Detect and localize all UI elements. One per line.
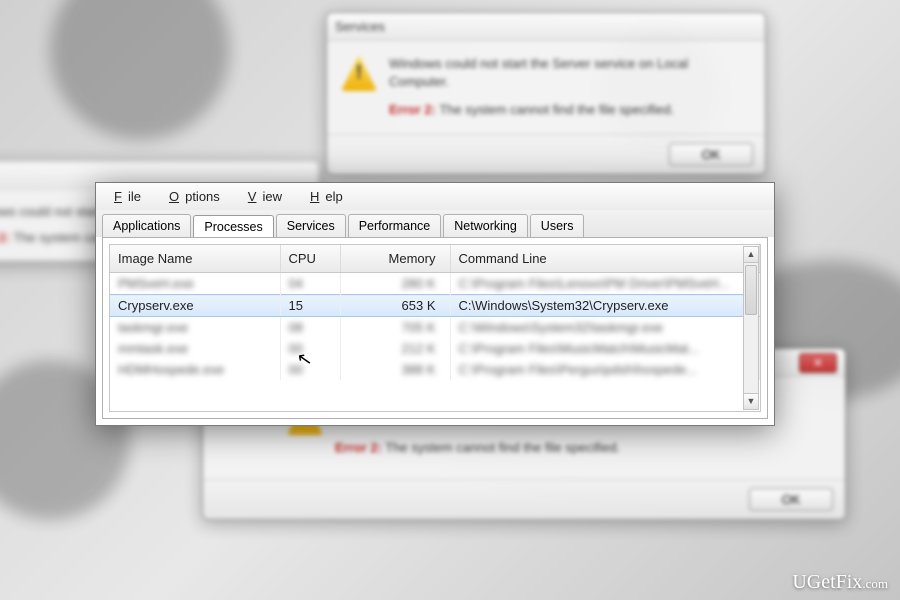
vertical-scrollbar[interactable]: ▲ ▼ <box>743 246 759 410</box>
watermark: UGetFix.com <box>792 571 888 594</box>
tab-networking[interactable]: Networking <box>443 214 528 237</box>
dialog-message-line2: The system cannot find the file specifie… <box>439 102 674 117</box>
menu-options[interactable]: Options <box>157 187 226 206</box>
col-image-name[interactable]: Image Name <box>110 245 280 273</box>
table-row-selected[interactable]: Crypserv.exe 15 653 K C:\Windows\System3… <box>110 295 760 317</box>
col-memory[interactable]: Memory <box>340 245 450 273</box>
dialog-error-label: Error 2: <box>335 440 382 455</box>
ok-button[interactable]: OK <box>749 488 833 511</box>
cell-command: C:\Windows\System32\Crypserv.exe <box>450 295 760 317</box>
dialog-error-label: Error 2: <box>389 102 436 117</box>
task-manager-window: File Options View Help Applications Proc… <box>95 182 775 426</box>
table-header-row: Image Name CPU Memory Command Line <box>110 245 760 273</box>
dialog-message-line2: The system cannot find the file specifie… <box>385 440 620 455</box>
scroll-up-icon[interactable]: ▲ <box>744 247 758 263</box>
menu-file[interactable]: File <box>102 187 147 206</box>
table-row[interactable]: mmtask.exe 00 212 K C:\Program Files\Mus… <box>110 338 760 359</box>
tab-users[interactable]: Users <box>530 214 585 237</box>
dialog-message-line1: Windows could not start the Server servi… <box>389 55 751 91</box>
table-row[interactable]: PMSveH.exe 04 280 K C:\Program Files\Len… <box>110 273 760 295</box>
scroll-down-icon[interactable]: ▼ <box>744 393 758 409</box>
menu-view[interactable]: View <box>236 187 288 206</box>
ok-button[interactable]: OK <box>669 143 753 166</box>
process-grid: Image Name CPU Memory Command Line PMSve… <box>102 237 768 419</box>
menu-help[interactable]: Help <box>298 187 349 206</box>
cell-cpu: 15 <box>280 295 340 317</box>
cell-image-name: Crypserv.exe <box>110 295 280 317</box>
warning-icon <box>341 55 377 91</box>
tab-services[interactable]: Services <box>276 214 346 237</box>
tab-processes[interactable]: Processes <box>193 215 273 238</box>
scroll-thumb[interactable] <box>745 265 757 315</box>
dialog-error-label: Error 2: <box>0 230 10 245</box>
close-button[interactable]: ✕ <box>799 353 837 373</box>
menu-bar: File Options View Help <box>96 183 774 210</box>
table-row[interactable]: taskmgr.exe 08 705 K C:\Windows\System32… <box>110 317 760 339</box>
tab-applications[interactable]: Applications <box>102 214 191 237</box>
dialog-title-text: Services <box>335 19 385 34</box>
cell-memory: 653 K <box>340 295 450 317</box>
col-command-line[interactable]: Command Line <box>450 245 760 273</box>
col-cpu[interactable]: CPU <box>280 245 340 273</box>
tab-performance[interactable]: Performance <box>348 214 442 237</box>
dialog-services-top: Services Windows could not start the Ser… <box>326 12 766 175</box>
table-row[interactable]: HDMHospede.exe 00 388 K C:\Program Files… <box>110 359 760 380</box>
tab-bar: Applications Processes Services Performa… <box>96 210 774 237</box>
